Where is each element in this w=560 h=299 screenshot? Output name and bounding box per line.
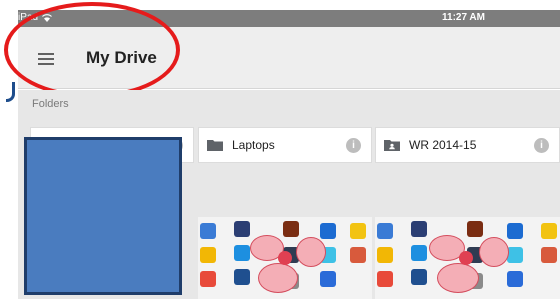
page-title: My Drive [86, 48, 157, 67]
status-left-group: iPad [18, 12, 52, 23]
info-icon[interactable]: i [346, 138, 361, 153]
folder-name: WR 2014-15 [409, 138, 477, 152]
app-thumbnail-icon [507, 223, 523, 239]
app-thumbnail-icon [234, 221, 250, 237]
status-bar: iPad 11:27 AM [18, 10, 560, 27]
app-thumbnail-icon [541, 247, 557, 263]
app-thumbnail-icon [200, 247, 216, 263]
folder-card-wr-2014-15[interactable]: WR 2014-15 i [375, 127, 560, 163]
app-thumbnail-icon [234, 269, 250, 285]
file-thumbnail-strip[interactable] [375, 217, 560, 299]
left-edge [0, 0, 18, 299]
device-name: iPad [18, 12, 39, 23]
app-bar: My Drive [18, 27, 560, 89]
app-thumbnail-icon [507, 247, 523, 263]
app-thumbnail-icon [411, 245, 427, 261]
app-thumbnail-icon [377, 247, 393, 263]
info-icon[interactable]: i [534, 138, 549, 153]
folder-card-laptops[interactable]: Laptops i [198, 127, 372, 163]
flower-wallpaper-shape [479, 237, 509, 267]
app-thumbnail-icon [377, 271, 393, 287]
hamburger-menu-icon[interactable] [38, 53, 54, 65]
app-thumbnail-icon [377, 223, 393, 239]
edge-bracket-mark [6, 82, 15, 102]
app-thumbnail-icon [411, 221, 427, 237]
app-thumbnail-icon [507, 271, 523, 287]
shared-folder-icon [384, 140, 400, 151]
folder-name: Laptops [232, 138, 275, 152]
app-thumbnail-icon [283, 221, 299, 237]
flower-wallpaper-shape [296, 237, 326, 267]
flower-wallpaper-shape [437, 263, 479, 293]
flower-center-shape [278, 251, 292, 265]
app-thumbnail-icon [350, 223, 366, 239]
wifi-icon [42, 13, 52, 22]
app-thumbnail-icon [541, 223, 557, 239]
app-thumbnail-icon [467, 221, 483, 237]
folder-icon [207, 140, 223, 151]
app-thumbnail-icon [350, 247, 366, 263]
status-time: 11:27 AM [442, 12, 485, 23]
flower-center-shape [459, 251, 473, 265]
redaction-box [24, 137, 182, 295]
app-thumbnail-icon [320, 223, 336, 239]
file-thumbnail-strip[interactable] [198, 217, 372, 299]
app-thumbnail-icon [200, 223, 216, 239]
app-thumbnail-icon [320, 271, 336, 287]
app-thumbnail-icon [234, 245, 250, 261]
app-thumbnail-icon [200, 271, 216, 287]
section-label: Folders [32, 98, 69, 110]
flower-wallpaper-shape [258, 263, 298, 293]
app-thumbnail-icon [411, 269, 427, 285]
